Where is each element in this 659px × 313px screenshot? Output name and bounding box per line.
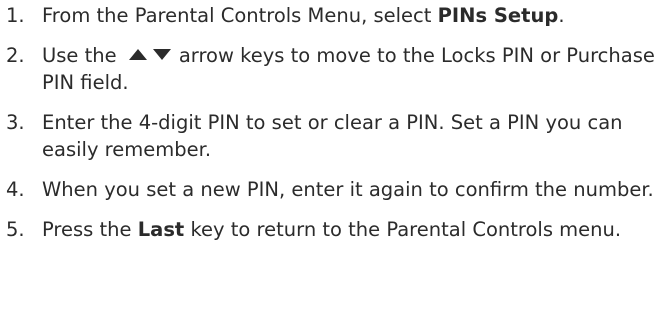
- step-1: 1. From the Parental Controls Menu, sele…: [6, 2, 656, 29]
- step-number: 1.: [6, 4, 25, 27]
- step-4: 4. When you set a new PIN, enter it agai…: [6, 176, 656, 203]
- instruction-list: 1. From the Parental Controls Menu, sele…: [6, 2, 656, 256]
- step-text: Press the Last key to return to the Pare…: [42, 216, 656, 243]
- step-number: 5.: [6, 218, 25, 241]
- step-3: 3. Enter the 4-digit PIN to set or clear…: [6, 109, 656, 163]
- step-5: 5. Press the Last key to return to the P…: [6, 216, 656, 243]
- step-text: When you set a new PIN, enter it again t…: [42, 178, 654, 201]
- step-text-after: .: [558, 4, 565, 27]
- pins-setup-label: PINs Setup: [437, 4, 559, 27]
- last-key-label: Last: [137, 218, 185, 241]
- step-text-before: From the Parental Controls Menu, select: [42, 4, 438, 27]
- step-number: 4.: [6, 178, 25, 201]
- step-text-before: Press the: [42, 218, 138, 241]
- step-2: 2. Use the arrow keys to move to the Loc…: [6, 42, 656, 96]
- step-text: Enter the 4-digit PIN to set or clear a …: [42, 111, 623, 161]
- arrow-up-icon: [128, 49, 147, 60]
- step-text-before: Use the: [42, 44, 117, 67]
- arrow-down-icon: [152, 49, 171, 60]
- step-text: Use the arrow keys to move to the Locks …: [42, 42, 656, 96]
- step-text: From the Parental Controls Menu, select …: [42, 2, 656, 29]
- step-number: 2.: [6, 44, 25, 67]
- step-text-after: key to return to the Parental Controls m…: [184, 218, 622, 241]
- step-number: 3.: [6, 111, 25, 134]
